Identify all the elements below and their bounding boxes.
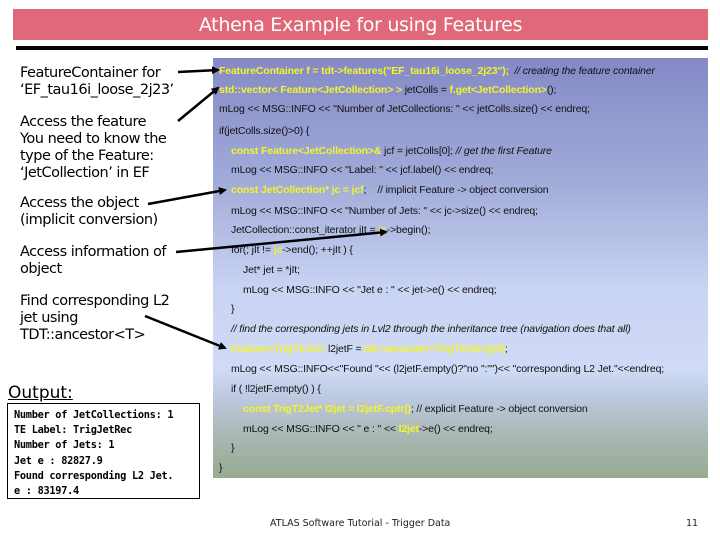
output-line: Found corresponding L2 Jet. (14, 469, 174, 482)
code-text: mLog << MSG::INFO<<"Found "<< (l2jetF.em… (231, 363, 665, 375)
code-text: mLog << MSG::INFO << "Jet e : " << jet->… (243, 284, 497, 296)
code-line: mLog << MSG::INFO<<"Found "<< (l2jetF.em… (231, 363, 664, 375)
code-text: ; // explicit Feature -> object conversi… (410, 403, 588, 415)
annotation-find-l2-jet: Find corresponding L2 jet using TDT::anc… (20, 293, 170, 343)
code-highlight: l2jet (398, 423, 419, 435)
code-text: ->end(); ++jIt ) { (282, 244, 353, 256)
code-text: if(jetColls.size()>0) { (219, 125, 310, 137)
annotation-access-information: Access information of object (20, 244, 167, 277)
code-highlight: tdt->ancestor<TrigT2Jet>(jcf) (364, 343, 505, 355)
output-line: Number of Jets: 1 (14, 439, 115, 452)
slide-title: Athena Example for using Features (198, 13, 523, 36)
page-number: 11 (686, 518, 699, 529)
code-string: "EF_tau16i_loose_2j23"); (386, 65, 512, 77)
code-text: mLog << MSG::INFO << "Number of JetColle… (219, 103, 590, 115)
code-line: const TrigT2Jet* l2jet = l2jetF.cptr(); … (243, 403, 588, 415)
code-highlight: const Feature<JetCollection>& (231, 145, 382, 157)
code-highlight: const TrigT2Jet* l2jet = l2jetF.cptr() (243, 403, 411, 415)
code-listing: FeatureContainer f = tdt->features("EF_t… (213, 58, 708, 478)
annotation-feature-container: FeatureContainer for ‘EF_tau16i_loose_2j… (20, 65, 174, 98)
code-highlight: FeatureContainer f = tdt->features( (219, 65, 387, 77)
code-text: JetCollection::const_iterator jIt = (231, 224, 379, 236)
code-line: Jet* jet = *jIt; (243, 264, 300, 276)
code-line: for(; jIt != jc->end(); ++jIt ) { (231, 244, 353, 256)
output-label: Output: (8, 383, 73, 403)
annotation-access-object: Access the object (implicit conversion) (20, 195, 158, 228)
slide-footer: ATLAS Software Tutorial - Trigger Data (270, 518, 451, 529)
code-line: const JetCollection* jc = jcf; // implic… (231, 184, 549, 196)
code-line: if ( !l2jetF.empty() ) { (231, 383, 321, 395)
code-text: mLog << MSG::INFO << "Number of Jets: " … (231, 205, 538, 217)
code-line: // find the corresponding jets in Lvl2 t… (231, 323, 631, 335)
output-line: e : 83197.4 (14, 485, 79, 498)
code-comment: // get the first Feature (455, 145, 552, 157)
code-text: ->e() << endreq; (418, 423, 493, 435)
code-highlight: const JetCollection* jc = jcf (231, 184, 364, 196)
code-line: Feature<TrigT2Jet> l2jetF = tdt->ancesto… (231, 343, 508, 355)
output-line: Number of JetCollections: 1 (14, 409, 174, 421)
code-text: l2jetF = (325, 343, 365, 355)
code-line: } (231, 442, 235, 454)
code-text: if ( !l2jetF.empty() ) { (231, 383, 321, 395)
code-text: ->begin(); (386, 224, 431, 236)
code-text: jcf = jetColls[0]; (381, 145, 456, 157)
code-line: const Feature<JetCollection>& jcf = jetC… (231, 145, 552, 157)
code-highlight: std::vector< Feature<JetCollection> > (219, 84, 402, 96)
code-text: } (219, 462, 223, 474)
code-highlight: jc (378, 224, 387, 236)
code-line: JetCollection::const_iterator jIt = jc->… (231, 224, 431, 236)
code-line: mLog << MSG::INFO << "Label: " << jcf.la… (231, 164, 493, 176)
code-line: FeatureContainer f = tdt->features("EF_t… (219, 65, 655, 77)
code-line: mLog << MSG::INFO << "Number of Jets: " … (231, 205, 538, 217)
output-box: Number of JetCollections: 1 TE Label: Tr… (7, 403, 200, 499)
code-line: if(jetColls.size()>0) { (219, 125, 309, 137)
code-comment: // find the corresponding jets in Lvl2 t… (231, 323, 631, 335)
slide-title-bar: Athena Example for using Features (13, 9, 708, 40)
code-line: mLog << MSG::INFO << " e : " << l2jet->e… (243, 423, 493, 435)
code-text: ; (504, 343, 508, 355)
arrow-access-feature (177, 86, 220, 122)
code-text: jetColls = (401, 84, 450, 96)
output-line: Jet e : 82827.9 (14, 454, 103, 467)
code-comment: // creating the feature container (511, 65, 655, 77)
code-text: } (231, 442, 235, 454)
code-text: mLog << MSG::INFO << " e : " << (243, 423, 399, 435)
code-text: Jet* jet = *jIt; (243, 264, 300, 276)
code-line: } (231, 303, 235, 315)
arrow-feature-container (177, 66, 220, 75)
code-text: mLog << MSG::INFO << "Label: " << jcf.la… (231, 164, 494, 176)
code-highlight: jc (273, 244, 283, 256)
code-line: mLog << MSG::INFO << "Number of JetColle… (219, 103, 590, 115)
code-text: (); (546, 84, 557, 96)
code-line: } (219, 462, 223, 474)
code-line: std::vector< Feature<JetCollection> > je… (219, 84, 556, 96)
output-line: TE Label: TrigJetRec (14, 424, 132, 437)
code-highlight: f.get<JetCollection> (449, 84, 547, 96)
code-line: mLog << MSG::INFO << "Jet e : " << jet->… (243, 284, 497, 296)
title-divider (16, 46, 708, 50)
code-text: ; // implicit Feature -> object conversi… (363, 184, 549, 196)
code-text: } (231, 303, 235, 315)
code-text: for(; jIt != (231, 244, 274, 256)
annotation-access-feature: Access the feature You need to know the … (20, 114, 167, 181)
code-highlight: Feature<TrigT2Jet> (231, 343, 326, 355)
